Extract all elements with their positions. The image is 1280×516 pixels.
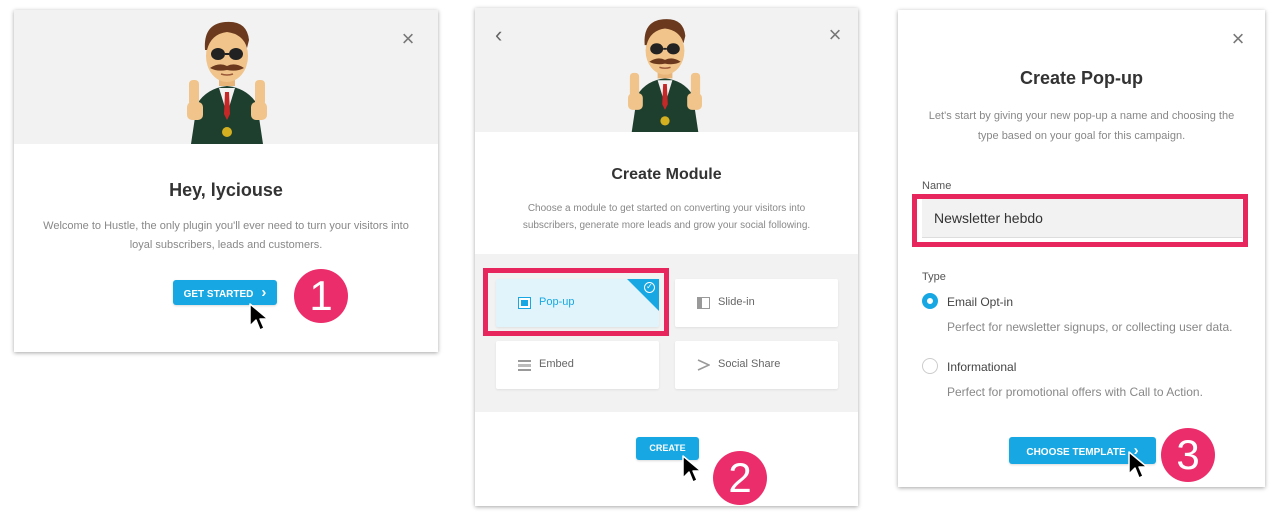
back-chevron-icon[interactable]: ‹ <box>495 24 502 46</box>
create-popup-dialog: × Create Pop-up Let's start by giving yo… <box>898 10 1265 487</box>
radio-informational[interactable] <box>922 358 938 374</box>
mouse-cursor-icon <box>249 303 269 331</box>
informational-description: Perfect for promotional offers with Call… <box>947 385 1203 399</box>
module-label: Slide-in <box>718 296 755 308</box>
step-badge-3: 3 <box>1161 428 1215 482</box>
create-popup-description: Let's start by giving your new pop-up a … <box>928 110 1235 142</box>
create-module-dialog: ‹ × Create Module Choose a module to get… <box>475 8 858 506</box>
mascot-illustration <box>187 21 267 144</box>
close-icon[interactable]: × <box>824 24 846 46</box>
module-embed[interactable]: Embed <box>496 341 659 389</box>
module-social-share[interactable]: Social Share <box>675 341 838 389</box>
radio-email-optin[interactable] <box>922 293 938 309</box>
mouse-cursor-icon <box>1128 451 1148 479</box>
welcome-description: Welcome to Hustle, the only plugin you'l… <box>43 220 409 251</box>
name-label: Name <box>922 180 952 192</box>
module-label: Social Share <box>718 358 781 370</box>
informational-label: Informational <box>947 360 1017 374</box>
create-module-description: Choose a module to get started on conver… <box>522 203 811 231</box>
create-label: CREATE <box>649 443 686 453</box>
type-label: Type <box>922 271 946 283</box>
mascot-illustration <box>628 19 702 132</box>
step-badge-1: 1 <box>294 269 348 323</box>
popup-highlight-box <box>483 268 669 336</box>
close-icon[interactable]: × <box>397 28 419 50</box>
email-optin-description: Perfect for newsletter signups, or colle… <box>947 320 1233 334</box>
create-popup-title: Create Pop-up <box>1019 68 1143 88</box>
email-optin-label: Email Opt-in <box>947 295 1014 309</box>
create-module-title: Create Module <box>611 166 722 183</box>
name-highlight-box <box>912 194 1248 247</box>
choose-template-label: CHOOSE TEMPLATE <box>1026 447 1126 458</box>
step-badge-2: 2 <box>713 451 767 505</box>
module-slide-in[interactable]: Slide-in <box>675 279 838 327</box>
slidein-icon <box>697 297 710 309</box>
module-label: Embed <box>539 358 574 370</box>
close-icon[interactable]: × <box>1227 28 1249 50</box>
mouse-cursor-icon <box>682 455 702 483</box>
welcome-dialog: × Hey, lyciouse Welcome to Hustle, the o… <box>14 10 438 352</box>
welcome-title: Hey, lyciouse <box>169 180 283 200</box>
share-icon <box>697 359 710 371</box>
hero-banner <box>14 10 438 144</box>
get-started-label: GET STARTED <box>183 289 254 300</box>
hero-banner <box>475 8 858 132</box>
embed-icon <box>518 360 531 371</box>
